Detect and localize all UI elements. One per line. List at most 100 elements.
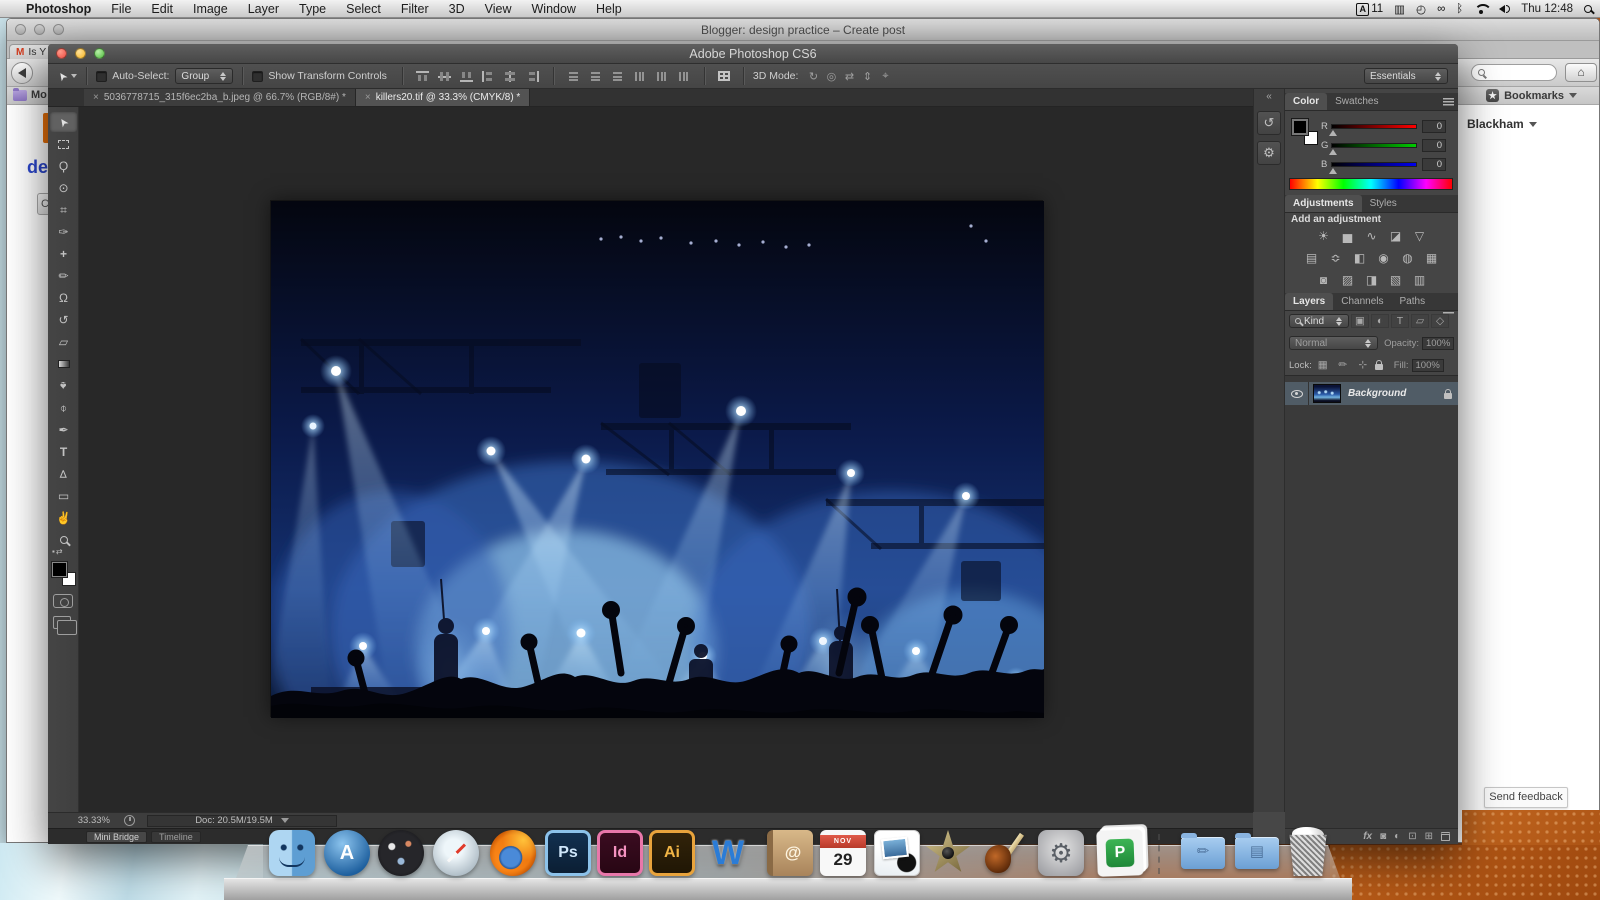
collapse-panels-icon[interactable]: « [1254, 91, 1284, 102]
tool-spot-healing[interactable]: + [50, 244, 77, 264]
fill-value[interactable]: 100% [1411, 358, 1444, 372]
tool-quick-selection[interactable]: ⊙ [50, 178, 77, 198]
levels-icon[interactable]: ▅ [1337, 228, 1358, 243]
keyboard-viewer-icon[interactable]: ▥ [1394, 2, 1405, 16]
menu-edit[interactable]: Edit [141, 2, 183, 16]
dock-indesign-icon[interactable]: Id [597, 830, 643, 876]
align-bottom-edges-icon[interactable] [460, 71, 474, 82]
brightness-contrast-icon[interactable]: ☀ [1313, 228, 1334, 243]
invert-icon[interactable]: ◙ [1313, 272, 1334, 287]
binoculars-icon[interactable]: ∞ [1437, 3, 1445, 15]
menu-photoshop[interactable]: Photoshop [14, 2, 101, 16]
layer-thumbnail[interactable] [1313, 384, 1341, 403]
document-tab-1[interactable]: × 5036778715_315f6ec2ba_b.jpeg @ 66.7% (… [84, 89, 356, 106]
dock-trash-icon[interactable] [1282, 826, 1334, 878]
distribute-bottom-edges-icon[interactable] [611, 71, 624, 82]
layer-name[interactable]: Background [1348, 388, 1441, 399]
dock-photoshop-icon[interactable]: Ps [545, 830, 591, 876]
photo-filter-icon[interactable]: ◉ [1373, 250, 1394, 265]
tool-move[interactable]: ➤ [50, 112, 77, 132]
close-icon[interactable]: × [93, 92, 99, 103]
color-spectrum-bar[interactable] [1289, 178, 1453, 190]
curves-icon[interactable]: ∿ [1361, 228, 1382, 243]
3d-drag-icon[interactable]: ⇄ [840, 70, 858, 83]
distribute-right-edges-icon[interactable] [677, 71, 690, 82]
align-horizontal-centers-icon[interactable] [504, 70, 517, 82]
show-transform-checkbox[interactable] [252, 70, 264, 82]
spotlight-icon[interactable] [1584, 5, 1592, 13]
screen-mode-button[interactable] [53, 616, 77, 635]
tool-path-selection[interactable]: ⊳ [50, 464, 77, 484]
distribute-vertical-centers-icon[interactable] [589, 71, 602, 82]
bluetooth-icon[interactable]: ᛒ [1456, 3, 1463, 15]
tool-preset-caret-icon[interactable] [71, 74, 78, 78]
filter-smart-objects-icon[interactable]: ◇ [1431, 314, 1449, 328]
posterize-icon[interactable]: ▨ [1337, 272, 1358, 287]
align-vertical-centers-icon[interactable] [438, 71, 452, 82]
foreground-color-swatch[interactable] [1292, 119, 1308, 135]
dock-photo-booth-icon[interactable] [874, 830, 920, 876]
menu-window[interactable]: Window [522, 2, 586, 16]
dock-calendar-icon[interactable]: NOV 29 [820, 830, 866, 876]
tool-rectangle[interactable]: ▭ [50, 486, 77, 506]
menu-select[interactable]: Select [336, 2, 391, 16]
tab-channels[interactable]: Channels [1333, 293, 1391, 310]
tool-eyedropper[interactable]: ✑ [50, 222, 77, 242]
time-machine-icon[interactable]: ◴ [1416, 2, 1426, 16]
dock-documents-folder-icon[interactable]: ▤ [1234, 830, 1280, 876]
back-button[interactable] [11, 62, 33, 84]
dock-safari-icon[interactable] [433, 830, 479, 876]
layer-row-background[interactable]: Background [1285, 382, 1458, 405]
menu-image[interactable]: Image [183, 2, 238, 16]
home-button[interactable]: ⌂ [1565, 63, 1597, 82]
3d-rotate-icon[interactable]: ↻ [804, 70, 822, 83]
dock-dashboard-icon[interactable] [378, 830, 424, 876]
menu-3d[interactable]: 3D [439, 2, 475, 16]
bookmarks-menu[interactable]: Bookmarks [1486, 89, 1577, 102]
tab-styles[interactable]: Styles [1362, 195, 1405, 212]
color-lookup-icon[interactable]: ▦ [1421, 250, 1442, 265]
browser-titlebar[interactable]: Blogger: design practice – Create post [7, 19, 1599, 41]
dock-word-icon[interactable]: W [705, 830, 751, 876]
filter-adjustment-layers-icon[interactable]: ◐ [1371, 314, 1389, 328]
foreground-background-swatches[interactable] [52, 562, 76, 586]
tab-swatches[interactable]: Swatches [1327, 93, 1386, 110]
threshold-icon[interactable]: ◨ [1361, 272, 1382, 287]
tool-clone-stamp[interactable]: Ω [50, 288, 77, 308]
tool-eraser[interactable]: ▱ [50, 332, 77, 352]
dock-illustrator-icon[interactable]: Ai [649, 830, 695, 876]
wifi-icon[interactable] [1474, 4, 1488, 14]
kind-filter-dropdown[interactable]: Kind [1289, 314, 1349, 328]
tool-history-brush[interactable]: ↺ [50, 310, 77, 330]
foreground-color-swatch[interactable] [52, 562, 67, 577]
blend-mode-dropdown[interactable]: Normal [1289, 336, 1379, 350]
tab-adjustments[interactable]: Adjustments [1285, 195, 1362, 212]
lock-all-icon[interactable] [1374, 360, 1383, 370]
align-top-edges-icon[interactable] [416, 70, 430, 82]
lock-paint-icon[interactable]: ✏ [1334, 358, 1352, 372]
dock-garageband-icon[interactable] [979, 830, 1025, 876]
blue-slider[interactable] [1329, 161, 1417, 174]
vibrance-icon[interactable]: ▽ [1409, 228, 1430, 243]
3d-slide-icon[interactable]: ⇕ [858, 70, 876, 83]
tab-color[interactable]: Color [1285, 93, 1328, 110]
filter-shape-layers-icon[interactable]: ▱ [1411, 314, 1429, 328]
hue-saturation-icon[interactable]: ▤ [1301, 250, 1322, 265]
workspace-dropdown[interactable]: Essentials [1364, 68, 1448, 84]
dock-firefox-icon[interactable] [490, 830, 536, 876]
input-source-icon[interactable]: A 11 [1356, 2, 1383, 16]
tool-hand[interactable]: ✌ [50, 508, 77, 528]
search-input[interactable] [1471, 64, 1557, 81]
dock-finder-icon[interactable] [269, 830, 315, 876]
layer-visibility-toggle[interactable] [1285, 382, 1309, 405]
menu-view[interactable]: View [475, 2, 522, 16]
distribute-horizontal-centers-icon[interactable] [655, 71, 668, 82]
filter-pixel-layers-icon[interactable]: ▣ [1351, 314, 1369, 328]
distribute-top-edges-icon[interactable] [567, 71, 580, 82]
blue-value[interactable]: 0 [1422, 157, 1446, 171]
color-panel-swatches[interactable] [1292, 119, 1320, 147]
tool-blur[interactable]: ♠ [50, 376, 77, 396]
menu-type[interactable]: Type [289, 2, 336, 16]
tool-dodge[interactable]: ⌽ [50, 398, 77, 418]
opacity-value[interactable]: 100% [1421, 336, 1454, 350]
